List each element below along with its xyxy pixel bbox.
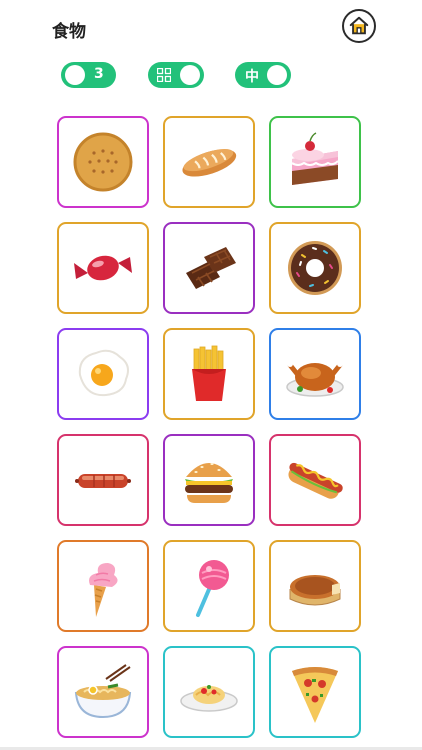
lollipop-icon (196, 560, 229, 617)
food-card-french-fries[interactable] (163, 328, 255, 420)
hotdog-icon (288, 462, 343, 499)
food-card-chocolate[interactable] (163, 222, 255, 314)
cookie-icon (73, 132, 133, 192)
pie-icon (289, 575, 341, 606)
pizza-icon (292, 667, 338, 723)
food-card-candy[interactable] (57, 222, 149, 314)
food-card-pie[interactable] (269, 540, 361, 632)
food-card-pizza[interactable] (269, 646, 361, 738)
food-card-cake[interactable] (269, 116, 361, 208)
food-card-sausage[interactable] (57, 434, 149, 526)
chocolate-icon (186, 247, 236, 289)
food-grid (0, 0, 422, 750)
french-fries-icon (192, 345, 226, 401)
fried-egg-icon (78, 349, 129, 397)
food-card-spaghetti[interactable] (163, 646, 255, 738)
food-card-ramen[interactable] (57, 646, 149, 738)
food-card-donut[interactable] (269, 222, 361, 314)
food-card-burger[interactable] (163, 434, 255, 526)
roast-chicken-icon (286, 361, 344, 397)
ramen-icon (74, 664, 132, 719)
bread-icon (182, 149, 237, 177)
food-card-ice-cream[interactable] (57, 540, 149, 632)
food-card-roast-chicken[interactable] (269, 328, 361, 420)
cake-icon (291, 132, 339, 185)
ice-cream-icon (89, 563, 118, 617)
sausage-icon (75, 474, 131, 488)
food-card-cookie[interactable] (57, 116, 149, 208)
candy-icon (74, 255, 132, 281)
burger-icon (185, 463, 233, 503)
food-card-hotdog[interactable] (269, 434, 361, 526)
food-card-bread[interactable] (163, 116, 255, 208)
food-card-lollipop[interactable] (163, 540, 255, 632)
spaghetti-icon (180, 685, 238, 712)
food-card-fried-egg[interactable] (57, 328, 149, 420)
donut-icon (288, 241, 342, 295)
